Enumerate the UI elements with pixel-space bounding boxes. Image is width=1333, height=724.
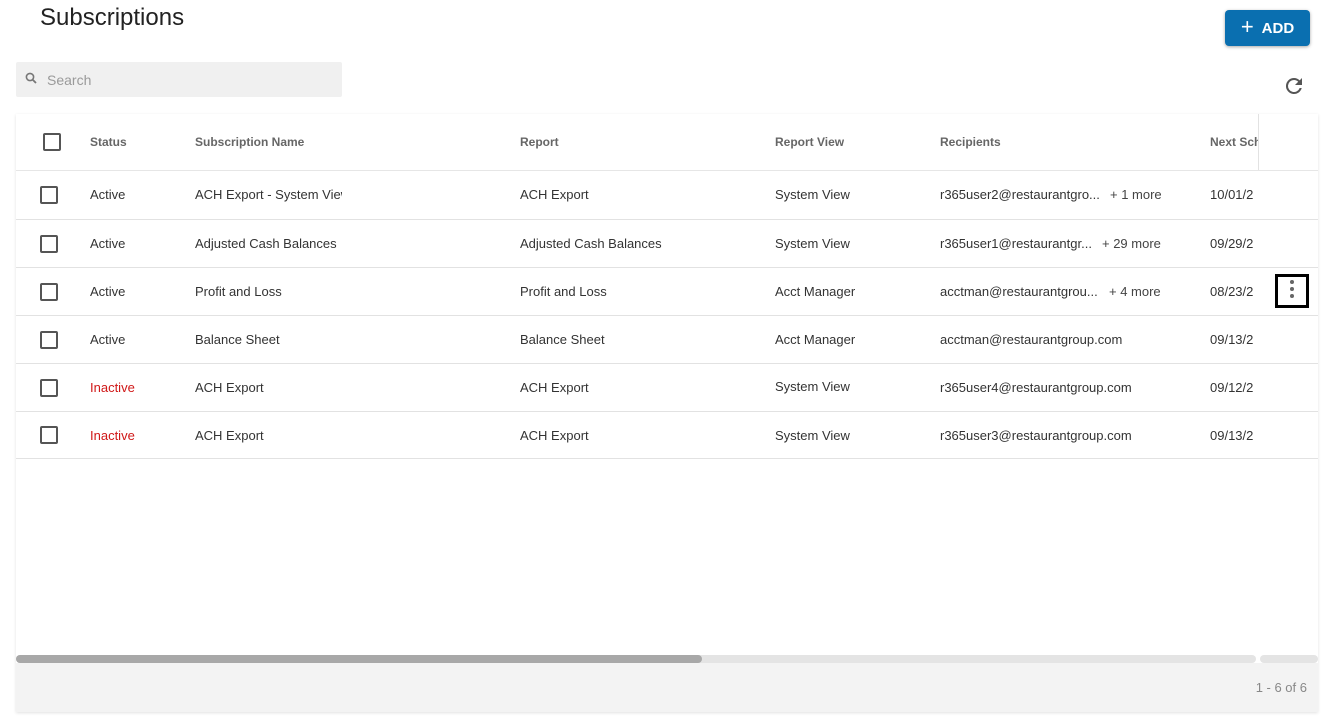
more-recipients-link[interactable]: + 29 more [1102, 236, 1161, 251]
subscription-name-cell[interactable]: Balance Sheet [195, 332, 280, 347]
table-row[interactable]: Active Balance Sheet Balance Sheet Acct … [16, 316, 1318, 364]
subscription-name-cell[interactable]: Profit and Loss [195, 284, 282, 299]
report-view-cell: System View [775, 236, 850, 251]
next-schedule-cell: 09/13/2 [1210, 428, 1254, 443]
row-checkbox[interactable] [40, 235, 58, 253]
report-cell: ACH Export [520, 187, 589, 202]
table-row[interactable]: Active ACH Export - System View ACH Expo… [16, 171, 1318, 220]
report-view-cell: System View [775, 428, 850, 443]
column-header-next-schedule[interactable]: Next Sch [1210, 135, 1258, 149]
report-cell: ACH Export [520, 428, 589, 443]
status-cell: Active [90, 332, 126, 347]
row-checkbox[interactable] [40, 331, 58, 349]
search-icon [25, 71, 37, 89]
refresh-icon[interactable] [1282, 74, 1306, 98]
next-schedule-cell: 09/13/2 [1210, 332, 1254, 347]
report-cell: ACH Export [520, 380, 589, 395]
more-recipients-link[interactable]: + 4 more [1109, 284, 1161, 299]
report-view-cell: Acct Manager [775, 284, 856, 299]
recipients-cell: r365user2@restaurantgro... [940, 187, 1100, 202]
table-row[interactable]: Inactive ACH Export ACH Export System Vi… [16, 364, 1318, 412]
status-cell: Inactive [90, 428, 135, 443]
subscription-name-cell[interactable]: ACH Export [195, 380, 264, 395]
more-vert-icon [1289, 279, 1295, 304]
search-box [16, 62, 342, 97]
more-recipients-link[interactable]: + 1 more [1110, 187, 1162, 202]
column-header-report-view[interactable]: Report View [775, 135, 844, 149]
actions-column-header [1258, 114, 1318, 170]
status-cell: Active [90, 284, 126, 299]
report-view-cell: System View [775, 379, 850, 394]
next-schedule-cell: 09/29/2 [1210, 236, 1254, 251]
recipients-cell: r365user3@restaurantgroup.com [940, 428, 1132, 443]
report-view-cell: System View [775, 187, 850, 202]
table-row[interactable]: Active Adjusted Cash Balances Adjusted C… [16, 220, 1318, 268]
subscription-name-cell[interactable]: Adjusted Cash Balances [195, 236, 337, 251]
table-row[interactable]: Active Profit and Loss Profit and Loss A… [16, 268, 1318, 316]
pagination-summary: 1 - 6 of 6 [1255, 680, 1307, 695]
recipients-cell: acctman@restaurantgroup.com [940, 332, 1123, 347]
page-title: Subscriptions [40, 4, 185, 31]
report-cell: Balance Sheet [520, 332, 605, 347]
row-checkbox[interactable] [40, 379, 58, 397]
report-cell: Profit and Loss [520, 284, 607, 299]
horizontal-scrollbar-thumb[interactable] [16, 655, 702, 663]
report-view-cell: Acct Manager [775, 332, 856, 347]
table-row[interactable]: Inactive ACH Export ACH Export System Vi… [16, 412, 1318, 459]
row-checkbox[interactable] [40, 186, 58, 204]
add-button[interactable]: + ADD [1225, 10, 1310, 46]
next-schedule-cell: 10/01/2 [1210, 187, 1254, 202]
column-header-status[interactable]: Status [90, 135, 127, 149]
status-cell: Active [90, 187, 126, 202]
recipients-cell: r365user1@restaurantgr... [940, 236, 1092, 251]
search-input[interactable] [45, 70, 329, 89]
next-schedule-cell: 08/23/2 [1210, 284, 1254, 299]
row-checkbox[interactable] [40, 426, 58, 444]
recipients-cell: r365user4@restaurantgroup.com [940, 380, 1132, 395]
select-all-checkbox[interactable] [43, 133, 61, 151]
subscription-name-cell[interactable]: ACH Export [195, 428, 264, 443]
grid-footer: 1 - 6 of 6 [16, 663, 1318, 712]
status-cell: Active [90, 236, 126, 251]
row-checkbox[interactable] [40, 283, 58, 301]
next-schedule-cell: 09/12/2 [1210, 380, 1254, 395]
subscription-name-cell[interactable]: ACH Export - System View [195, 187, 342, 202]
recipients-cell: acctman@restaurantgrou... [940, 284, 1098, 299]
column-header-subscription-name[interactable]: Subscription Name [195, 135, 304, 149]
pinned-column-scrollbar[interactable] [1260, 655, 1318, 663]
report-cell: Adjusted Cash Balances [520, 236, 662, 251]
plus-icon: + [1240, 14, 1254, 39]
row-actions-button[interactable] [1275, 274, 1309, 308]
column-header-report[interactable]: Report [520, 135, 559, 149]
table-header: Status Subscription Name Report Report V… [16, 114, 1318, 171]
status-cell: Inactive [90, 380, 135, 395]
column-header-recipients[interactable]: Recipients [940, 135, 1001, 149]
add-button-label: ADD [1261, 19, 1295, 37]
subscriptions-grid: Status Subscription Name Report Report V… [16, 114, 1318, 712]
